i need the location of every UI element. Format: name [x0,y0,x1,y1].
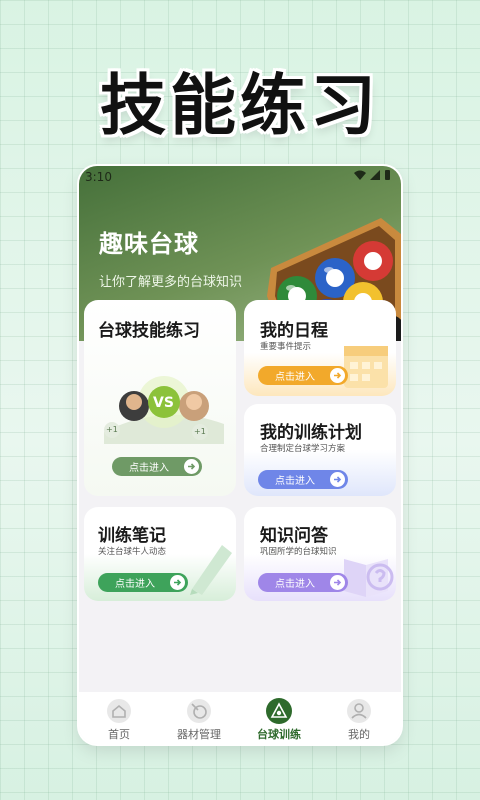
tab-label: 我的 [348,728,370,741]
enter-button-label: 点击进入 [275,476,315,487]
tab-label: 器材管理 [177,728,221,741]
training-icon [266,698,292,724]
card-subtitle: 巩固所学的台球知识 [260,547,337,557]
status-icons [354,169,391,181]
bottom-tab-bar: 首页 器材管理 台球训练 我的 [79,692,401,744]
enter-button-label: 点击进入 [129,463,169,474]
promo-title: 技能练习 [100,67,380,144]
signal-icon [370,170,380,180]
card-subtitle: 关注台球牛人动态 [98,547,167,557]
plus-one-left: +1 [106,425,118,434]
arrow-right-icon [330,575,345,590]
card-title: 知识问答 [260,526,328,546]
arrow-right-icon [184,459,199,474]
tab-equipment[interactable]: 器材管理 [159,692,239,744]
status-time: 3:10 [85,170,112,184]
enter-button[interactable]: 点击进入 [258,366,348,385]
tab-profile[interactable]: 我的 [319,692,399,744]
card-knowledge-qa[interactable]: 知识问答 巩固所学的台球知识 点击进入 [244,507,396,601]
enter-button-label: 点击进入 [115,579,155,590]
enter-button[interactable]: 点击进入 [112,457,202,476]
card-title: 我的日程 [260,321,328,341]
card-title: 台球技能练习 [98,321,200,341]
hero-title: 趣味台球 [99,230,199,258]
phone-screen: 3:10 趣味台球 让你了解更多的台球知识 台球技能练习 VS +1 +1 点击… [79,166,401,744]
card-title: 训练笔记 [98,526,166,546]
arrow-right-icon [170,575,185,590]
enter-button[interactable]: 点击进入 [258,573,348,592]
calendar-icon [344,346,388,388]
card-training-plan[interactable]: 我的训练计划 合理制定台球学习方案 点击进入 [244,404,396,496]
arrow-right-icon [330,472,345,487]
pencil-icon [190,545,232,595]
enter-button[interactable]: 点击进入 [258,470,348,489]
card-skill-practice[interactable]: 台球技能练习 VS +1 +1 点击进入 [84,300,236,496]
battery-icon [385,170,390,180]
home-icon [107,699,131,723]
card-subtitle: 重要事件提示 [260,342,312,352]
enter-button-label: 点击进入 [275,579,315,590]
arrow-right-icon [330,368,345,383]
wifi-icon [354,170,366,180]
card-subtitle: 合理制定台球学习方案 [260,444,346,454]
status-bar: 3:10 [79,166,401,188]
tab-training[interactable]: 台球训练 [239,692,319,744]
plus-one-right: +1 [194,427,206,436]
card-title: 我的训练计划 [260,423,362,443]
card-my-schedule[interactable]: 我的日程 重要事件提示 点击进入 [244,300,396,396]
hero-subtitle: 让你了解更多的台球知识 [99,275,243,290]
vs-badge: VS [153,395,174,411]
tab-label: 台球训练 [257,728,301,741]
tab-home[interactable]: 首页 [79,692,159,744]
question-book-icon [344,559,394,597]
enter-button[interactable]: 点击进入 [98,573,188,592]
profile-icon [347,699,371,723]
card-training-notes[interactable]: 训练笔记 关注台球牛人动态 点击进入 [84,507,236,601]
enter-button-label: 点击进入 [275,372,315,383]
equipment-icon [187,699,211,723]
tab-label: 首页 [108,728,130,741]
